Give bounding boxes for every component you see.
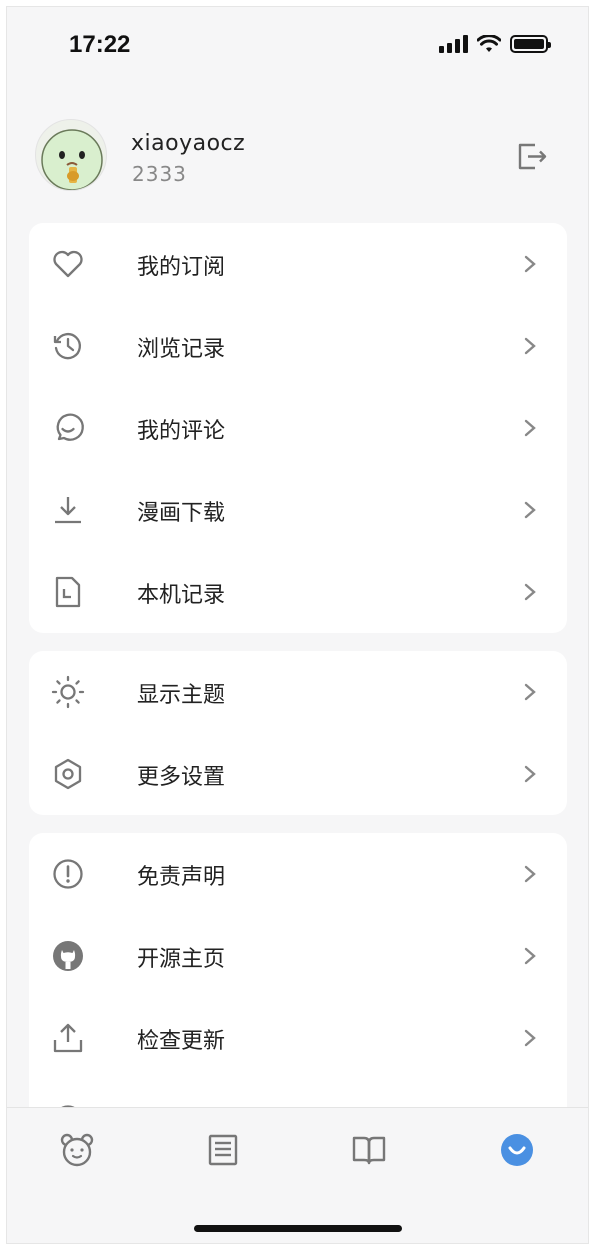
tab-home[interactable] — [59, 1132, 95, 1168]
book-icon — [352, 1136, 386, 1165]
github-icon — [53, 941, 83, 971]
chevron-right-icon — [524, 419, 536, 437]
heart-icon — [53, 250, 83, 278]
status-icons — [439, 35, 551, 53]
download-icon — [55, 497, 81, 524]
menu-card-settings: 显示主题 更多设置 — [29, 651, 567, 815]
menu-item-theme[interactable]: 显示主题 — [29, 651, 567, 733]
local-file-icon — [55, 576, 81, 608]
chevron-right-icon — [524, 501, 536, 519]
chevron-right-icon — [524, 765, 536, 783]
avatar[interactable] — [35, 119, 107, 191]
sun-icon — [51, 675, 85, 709]
menu-item-label: 我的评论 — [137, 419, 226, 444]
menu-item-label: 浏览记录 — [137, 337, 226, 362]
username: xiaoyaocz — [131, 131, 246, 156]
menu-item-label: 漫画下载 — [137, 501, 226, 526]
menu-item-downloads[interactable]: 漫画下载 — [29, 469, 567, 551]
user-id: 2333 — [132, 162, 187, 186]
menu-item-check-update[interactable]: 检查更新 — [29, 997, 567, 1079]
menu-item-label: 检查更新 — [137, 1029, 226, 1054]
chevron-right-icon — [524, 947, 536, 965]
tab-library[interactable] — [351, 1132, 387, 1168]
menu-item-history[interactable]: 浏览记录 — [29, 305, 567, 387]
menu-item-comments[interactable]: 我的评论 — [29, 387, 567, 469]
chevron-right-icon — [524, 865, 536, 883]
menu-item-label: 免责声明 — [137, 865, 226, 890]
chevron-right-icon — [524, 337, 536, 355]
chevron-right-icon — [524, 255, 536, 273]
menu-card-about: 免责声明 开源主页 检查更新 关于 — [29, 833, 567, 1136]
menu-item-label: 我的订阅 — [137, 255, 226, 280]
logout-button[interactable] — [515, 139, 549, 173]
battery-icon — [510, 35, 551, 53]
menu-item-label: 开源主页 — [137, 947, 226, 972]
status-bar: 17:22 — [7, 7, 588, 77]
menu-item-label: 本机记录 — [137, 583, 226, 608]
menu-item-label: 显示主题 — [137, 683, 226, 708]
avatar-image — [41, 129, 103, 190]
chevron-right-icon — [524, 683, 536, 701]
tab-profile[interactable] — [499, 1132, 535, 1168]
menu-item-local-records[interactable]: 本机记录 — [29, 551, 567, 633]
history-icon — [53, 332, 81, 360]
cellular-signal-icon — [439, 35, 468, 53]
menu-card-account: 我的订阅 浏览记录 我的评论 漫画下载 本机记录 — [29, 223, 567, 633]
menu-item-open-source[interactable]: 开源主页 — [29, 915, 567, 997]
wifi-icon — [477, 35, 501, 52]
menu-item-more-settings[interactable]: 更多设置 — [29, 733, 567, 815]
status-time: 17:22 — [69, 31, 131, 58]
tab-news[interactable] — [205, 1132, 241, 1168]
phone-screen: 17:22 xiaoyaocz 2333 我的订阅 浏览记录 我的评论 漫画下载… — [6, 6, 589, 1244]
chevron-right-icon — [524, 583, 536, 601]
alert-circle-icon — [53, 859, 83, 889]
logout-icon — [518, 143, 547, 170]
settings-hexagon-icon — [54, 758, 82, 790]
profile-header: xiaoyaocz 2333 — [35, 115, 565, 195]
menu-item-label: 更多设置 — [137, 765, 226, 790]
news-icon — [208, 1134, 238, 1166]
comment-icon — [56, 413, 84, 441]
bottom-tab-bar — [7, 1107, 588, 1243]
menu-item-subscriptions[interactable]: 我的订阅 — [29, 223, 567, 305]
chevron-right-icon — [524, 1029, 536, 1047]
home-indicator[interactable] — [194, 1225, 402, 1232]
upload-icon — [53, 1023, 83, 1053]
menu-item-disclaimer[interactable]: 免责声明 — [29, 833, 567, 915]
bear-icon — [60, 1133, 94, 1167]
smile-icon — [501, 1134, 533, 1166]
